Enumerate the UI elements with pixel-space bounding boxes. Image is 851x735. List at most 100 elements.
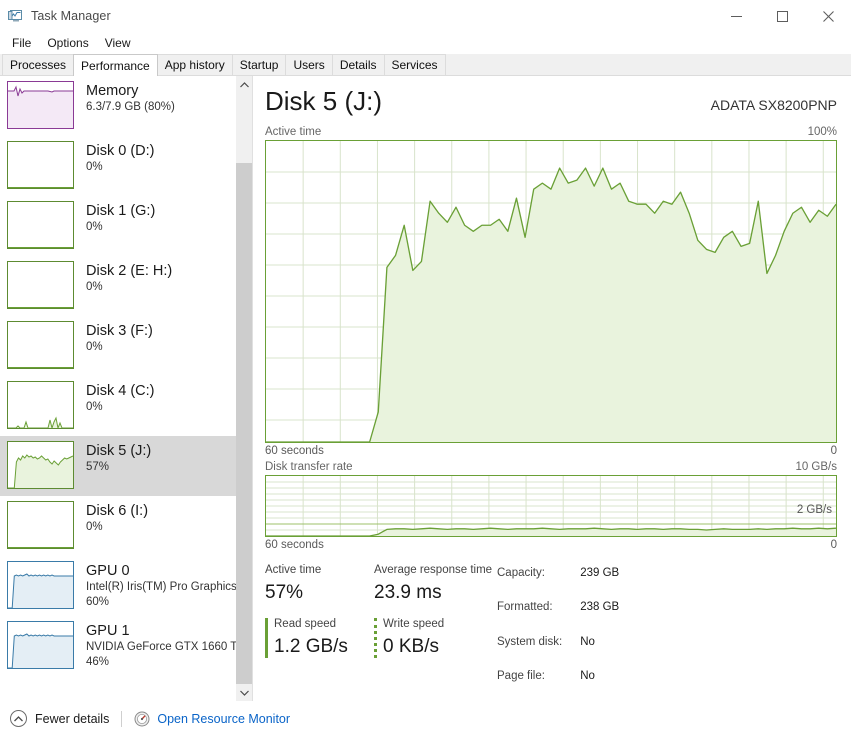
- info-row: System disk: No: [497, 633, 619, 665]
- tab-users[interactable]: Users: [285, 54, 333, 75]
- sidebar-item-text: GPU 0 Intel(R) Iris(TM) Pro Graphics 620 6…: [86, 561, 236, 610]
- active-time-graph[interactable]: [265, 140, 837, 443]
- tab-app-history[interactable]: App history: [156, 54, 233, 75]
- info-row: Capacity: 239 GB: [497, 564, 619, 596]
- sidebar-item-disk-2-e-h[interactable]: Disk 2 (E: H:) 0%: [0, 256, 236, 316]
- tab-services[interactable]: Services: [383, 54, 446, 75]
- sidebar-item-text: Disk 4 (C:) 0%: [86, 381, 154, 415]
- sidebar-item-disk-4-c[interactable]: Disk 4 (C:) 0%: [0, 376, 236, 436]
- sidebar-item-label: Disk 4 (C:): [86, 383, 155, 399]
- performance-detail-panel: Disk 5 (J:) ADATA SX8200PNP Active time …: [253, 76, 851, 701]
- window-title: Task Manager: [31, 9, 111, 23]
- stat-response-time-label: Average response time: [374, 564, 493, 576]
- sidebar-item-memory[interactable]: Memory 6.3/7.9 GB (80%): [0, 76, 236, 136]
- menu-file[interactable]: File: [4, 33, 39, 53]
- resource-monitor-icon: [134, 711, 150, 727]
- transfer-rate-max: 10 GB/s: [795, 461, 837, 473]
- sidebar-thumbnail-graph: [7, 561, 74, 609]
- stat-response-time: Average response time 23.9 ms: [374, 562, 493, 606]
- stat-active-time: Active time 57%: [265, 562, 374, 606]
- device-model: ADATA SX8200PNP: [710, 97, 837, 113]
- stat-response-time-value: 23.9 ms: [374, 582, 442, 603]
- sidebar-item-label: Disk 5 (J:): [86, 443, 152, 459]
- resource-sidebar: Memory 6.3/7.9 GB (80%) Disk 0 (D:) 0% Dis…: [0, 76, 253, 701]
- sidebar-item-disk-3-f[interactable]: Disk 3 (F:) 0%: [0, 316, 236, 376]
- sidebar-thumbnail-graph: [7, 441, 74, 489]
- info-value: 239 GB: [580, 567, 620, 579]
- fewer-details-button[interactable]: Fewer details: [10, 710, 109, 727]
- transfer-rate-mid-label: 2 GB/s: [796, 504, 832, 516]
- menu-options[interactable]: Options: [39, 33, 96, 53]
- menu-bar: File Options View: [0, 32, 851, 54]
- sidebar-item-label: Disk 0 (D:): [86, 143, 155, 159]
- sidebar-thumbnail-graph: [7, 261, 74, 309]
- sidebar-scrollbar[interactable]: [236, 76, 252, 701]
- menu-view[interactable]: View: [97, 33, 139, 53]
- sidebar-item-disk-1-g[interactable]: Disk 1 (G:) 0%: [0, 196, 236, 256]
- open-resource-monitor-link[interactable]: Open Resource Monitor: [134, 711, 290, 727]
- tab-performance[interactable]: Performance: [73, 54, 158, 76]
- close-button[interactable]: [805, 0, 851, 32]
- sidebar-item-label: Disk 2 (E: H:): [86, 263, 173, 279]
- scrollbar-thumb[interactable]: [236, 163, 252, 684]
- sidebar-item-sublabel: NVIDIA GeForce GTX 1660 Ti: [86, 641, 236, 653]
- tab-processes[interactable]: Processes: [2, 54, 75, 75]
- sidebar-item-text: Disk 6 (I:) 0%: [86, 501, 148, 535]
- transfer-rate-axis-bottom: 60 seconds 0: [265, 537, 837, 553]
- sidebar-item-text: Disk 0 (D:) 0%: [86, 141, 154, 175]
- transfer-rate-label: Disk transfer rate: [265, 461, 353, 473]
- sidebar-thumbnail-graph: [7, 201, 74, 249]
- read-speed-legend-bar: [265, 618, 268, 658]
- sidebar-thumbnail-graph: [7, 321, 74, 369]
- scroll-down-arrow[interactable]: [236, 684, 252, 701]
- info-key: Capacity:: [497, 567, 545, 579]
- sidebar-item-sublabel: 0%: [86, 221, 103, 233]
- sidebar-item-sublabel: 0%: [86, 281, 103, 293]
- title-bar: Task Manager: [0, 0, 851, 32]
- tab-startup[interactable]: Startup: [231, 54, 287, 75]
- stats-left-column: Active time 57% Average response time 23…: [265, 562, 493, 701]
- sidebar-thumbnail-graph: [7, 81, 74, 129]
- stat-read-speed: Read speed 1.2 GB/s: [265, 616, 374, 660]
- detail-header: Disk 5 (J:) ADATA SX8200PNP: [265, 86, 837, 124]
- write-speed-legend-bar: [374, 618, 377, 658]
- stat-active-time-label: Active time: [265, 564, 322, 576]
- sidebar-item-disk-5-j[interactable]: Disk 5 (J:) 57%: [0, 436, 236, 496]
- sidebar-thumbnail-graph: [7, 141, 74, 189]
- status-bar: Fewer details Open Resource Monitor: [0, 701, 851, 735]
- maximize-button[interactable]: [759, 0, 805, 32]
- open-resource-monitor-label: Open Resource Monitor: [157, 711, 291, 726]
- chevron-up-circle-icon: [10, 710, 27, 727]
- sidebar-item-disk-0-d[interactable]: Disk 0 (D:) 0%: [0, 136, 236, 196]
- info-key: Formatted:: [497, 601, 553, 614]
- sidebar-item-text: Memory 6.3/7.9 GB (80%): [86, 81, 175, 115]
- stat-read-speed-label: Read speed: [274, 618, 337, 630]
- scroll-up-arrow[interactable]: [236, 76, 252, 93]
- stats-area: Active time 57% Average response time 23…: [265, 553, 837, 701]
- sidebar-item-label: Disk 3 (F:): [86, 323, 153, 339]
- sidebar-item-label: GPU 1: [86, 623, 130, 639]
- minimize-button[interactable]: [713, 0, 759, 32]
- sidebar-item-disk-6-i[interactable]: Disk 6 (I:) 0%: [0, 496, 236, 556]
- sidebar-item-gpu-1[interactable]: GPU 1 NVIDIA GeForce GTX 1660 Ti 46%: [0, 616, 236, 676]
- status-separator: [121, 710, 123, 727]
- transfer-rate-graph[interactable]: 2 GB/s: [265, 475, 837, 537]
- sidebar-item-sublabel: 6.3/7.9 GB (80%): [86, 101, 175, 113]
- sidebar-item-label: Memory: [86, 83, 139, 99]
- active-time-axis-bottom: 60 seconds 0: [265, 443, 837, 459]
- info-row: Page file: No: [497, 667, 619, 699]
- tab-details[interactable]: Details: [331, 54, 385, 75]
- task-manager-icon: [8, 8, 24, 24]
- stat-write-speed: Write speed 0 KB/s: [374, 616, 483, 660]
- sidebar-item-sublabel: 0%: [86, 401, 103, 413]
- sidebar-thumbnail-graph: [7, 381, 74, 429]
- sidebar-item-gpu-0[interactable]: GPU 0 Intel(R) Iris(TM) Pro Graphics 620 6…: [0, 556, 236, 616]
- task-manager-window: Task Manager File Options View Processes…: [0, 0, 851, 735]
- window-controls: [713, 0, 851, 32]
- resource-list: Memory 6.3/7.9 GB (80%) Disk 0 (D:) 0% Dis…: [0, 76, 236, 701]
- sidebar-item-text: Disk 1 (G:) 0%: [86, 201, 155, 235]
- stat-read-speed-value: 1.2 GB/s: [274, 636, 348, 657]
- transfer-rate-axis-top: Disk transfer rate 10 GB/s: [265, 459, 837, 475]
- fewer-details-label: Fewer details: [35, 711, 110, 726]
- sidebar-item-sublabel-2: 60%: [86, 596, 110, 608]
